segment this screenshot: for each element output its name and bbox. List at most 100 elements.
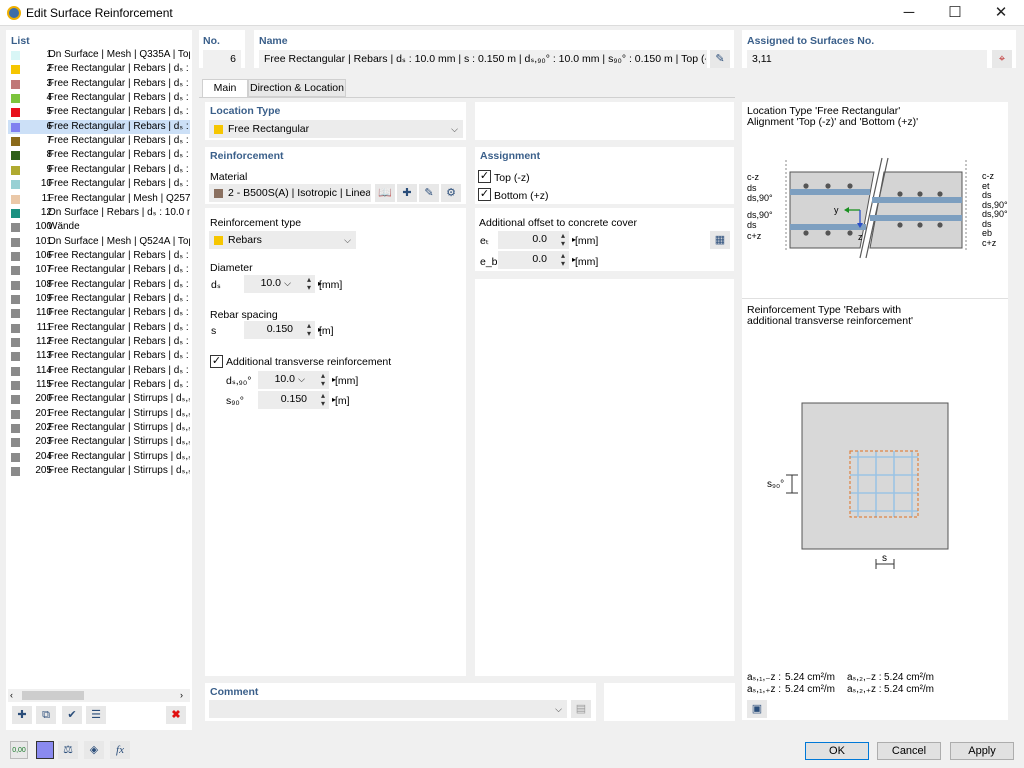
list-item-label: Free Rectangular | Rebars | dₛ : 14.0 (48, 249, 190, 261)
reinforcement-type-select[interactable]: Rebars ⌵ (209, 231, 356, 249)
minimize-button[interactable]: ─ (886, 0, 932, 26)
comment-library-icon[interactable]: ▤ (571, 700, 591, 718)
list-item[interactable]: 4Free Rectangular | Rebars | dₛ : 10.0 (8, 91, 190, 105)
as1-plus-value: 5.24 cm²/m (785, 684, 836, 695)
location-type-select[interactable]: Free Rectangular ⌵ (209, 120, 463, 138)
s90-input[interactable]: 0.150 ▴ ▾ ▸ (258, 391, 336, 409)
chevron-down-icon[interactable]: ⌵ (298, 371, 305, 388)
list-item[interactable]: 203 Free Rectangular | Stirrups | dₛ,ₛₜ : (8, 435, 190, 449)
uncheck-icon[interactable]: ☰ (86, 706, 106, 724)
list-item[interactable]: 111 Free Rectangular | Rebars | dₛ : 8.0 (8, 321, 190, 335)
cancel-button[interactable]: Cancel (877, 742, 941, 760)
list-item[interactable]: 108Free Rectangular | Rebars | dₛ : 14.0 (8, 278, 190, 292)
list-item[interactable]: 205 Free Rectangular | Stirrups | dₛ,ₛₜ : (8, 464, 190, 478)
name-label: Name (259, 35, 288, 47)
decimal-places-icon[interactable]: 0,00 (10, 741, 28, 759)
edit-material-icon[interactable]: ✎ (419, 184, 439, 202)
new-material-icon[interactable]: ✚ (397, 184, 417, 202)
color-swatch (11, 366, 20, 376)
assigned-field[interactable]: 3,11 (747, 50, 987, 68)
list-item[interactable]: 114Free Rectangular | Rebars | dₛ : 14.0 (8, 364, 190, 378)
ds90-value: 10.0 (274, 373, 295, 385)
list-item[interactable]: 7Free Rectangular | Rebars | dₛ : 10.0 (8, 134, 190, 148)
copy-item-icon[interactable]: ⧉ (36, 706, 56, 724)
list-item[interactable]: 107Free Rectangular | Rebars | dₛ : 14.0 (8, 263, 190, 277)
view-icon[interactable]: ◈ (84, 741, 104, 759)
list-item[interactable]: 6Free Rectangular | Rebars | dₛ : 10.0 (8, 119, 190, 135)
list-item[interactable]: 11Free Rectangular | Mesh | Q257A | I (8, 192, 190, 206)
color-swatch (11, 381, 20, 391)
ds90-input[interactable]: 10.0 ⌵ ▴ ▾ ▸ (258, 371, 336, 389)
title-bar: Edit Surface Reinforcement ─ ☐ ✕ (0, 0, 1024, 26)
list-item[interactable]: 110Free Rectangular | Rebars | dₛ : 10.0 (8, 306, 190, 320)
list-item[interactable]: 200 Free Rectangular | Stirrups | dₛ,ₛₜ : (8, 392, 190, 406)
list-item[interactable]: 1On Surface | Mesh | Q335A | Top (-z (8, 48, 190, 62)
color-swatch (11, 208, 20, 218)
list-item[interactable]: 106Free Rectangular | Rebars | dₛ : 14.0 (8, 249, 190, 263)
spin-icon[interactable]: ▴ ▾ (321, 372, 325, 388)
list-item[interactable]: 115Free Rectangular | Rebars | dₛ : 14.0 (8, 378, 190, 392)
location-preview-subtitle: Alignment 'Top (-z)' and 'Bottom (+z)' (747, 116, 919, 128)
et-input[interactable]: 0.0 ▴ ▾ ▸ (498, 231, 576, 249)
no-field[interactable]: 6 (203, 50, 241, 68)
s-input[interactable]: 0.150 ▴ ▾ ▸ (244, 321, 322, 339)
list-item[interactable]: 101On Surface | Mesh | Q524A | Top (-z (8, 235, 190, 249)
ok-button[interactable]: OK (805, 742, 869, 760)
color-swatch (11, 395, 20, 405)
pick-surface-icon[interactable]: ⌖ (992, 50, 1012, 68)
comment-input[interactable]: ⌵ (209, 700, 567, 718)
apply-button[interactable]: Apply (950, 742, 1014, 760)
new-item-icon[interactable]: ✚ (12, 706, 32, 724)
name-field[interactable]: Free Rectangular | Rebars | dₛ : 10.0 mm… (259, 50, 707, 68)
check-all-icon[interactable]: ✔ (62, 706, 82, 724)
concrete-cover-icon[interactable]: ▦ (710, 231, 730, 249)
list-item[interactable]: 9Free Rectangular | Rebars | dₛ : 10.0 (8, 163, 190, 177)
spin-icon[interactable]: ▴ ▾ (307, 276, 311, 292)
list-item[interactable]: 2Free Rectangular | Rebars | dₛ : 10.0 (8, 62, 190, 76)
list-item[interactable]: 10Free Rectangular | Rebars | dₛ : 10.0 (8, 177, 190, 191)
list-item[interactable]: 3Free Rectangular | Rebars | dₛ : 10.0 (8, 77, 190, 91)
list-item[interactable]: 204 Free Rectangular | Stirrups | dₛ,ₛₜ : (8, 450, 190, 464)
spin-icon[interactable]: ▴ ▾ (321, 392, 325, 408)
transverse-checkbox[interactable]: ✓ (210, 355, 223, 368)
delete-icon[interactable]: ✖ (166, 706, 186, 724)
spin-icon[interactable]: ▴ ▾ (307, 322, 311, 338)
as2-minus-label: aₛ,₂,₋z : (847, 672, 882, 683)
list-scrollbar[interactable]: ‹ › (8, 689, 190, 702)
chevron-down-icon[interactable]: ⌵ (284, 275, 291, 292)
list-item[interactable]: 202 Free Rectangular | Stirrups | dₛ,ₛₜ : (8, 421, 190, 435)
list-item[interactable]: 109Free Rectangular | Rebars | dₛ : 14.0 (8, 292, 190, 306)
list-item[interactable]: 201 Free Rectangular | Stirrups | dₛ,ₛₜ : (8, 407, 190, 421)
color-swatch (11, 223, 20, 233)
list-item[interactable]: 5Free Rectangular | Rebars | dₛ : 10.0 (8, 105, 190, 119)
transverse-label: Additional transverse reinforcement (226, 356, 392, 368)
material-settings-icon[interactable]: ⚙ (441, 184, 461, 202)
spin-icon[interactable]: ▴ ▾ (561, 232, 565, 248)
chevron-down-icon: ⌵ (555, 704, 562, 714)
tab-direction-location[interactable]: Direction & Location (248, 79, 346, 97)
list-item[interactable]: 12On Surface | Rebars | dₛ : 10.0 mm | (8, 206, 190, 220)
comment-side-panel (604, 683, 735, 721)
preview-options-icon[interactable]: ▣ (747, 700, 767, 718)
material-select[interactable]: 2 - B500S(A) | Isotropic | Linear... ⌵ (209, 184, 371, 202)
units-icon[interactable]: ⚖ (58, 741, 78, 759)
list-item[interactable]: 113Free Rectangular | Rebars | dₛ : 14.0 (8, 349, 190, 363)
location-type-value: Free Rectangular (228, 123, 310, 135)
material-color-swatch (214, 189, 223, 198)
color-icon[interactable] (36, 741, 54, 759)
s-marker: s (882, 553, 887, 564)
eb-input[interactable]: 0.0 ▴ ▾ ▸ (498, 251, 576, 269)
list-item[interactable]: 8Free Rectangular | Rebars | dₛ : 10.0 (8, 148, 190, 162)
list-item[interactable]: 100 Wände (8, 220, 190, 234)
list-item[interactable]: 112Free Rectangular | Rebars | dₛ : 14.0 (8, 335, 190, 349)
spin-icon[interactable]: ▴ ▾ (561, 252, 565, 268)
tab-main[interactable]: Main (202, 79, 248, 98)
top-checkbox[interactable]: ✓ (478, 170, 491, 183)
material-library-icon[interactable]: 📖 (375, 184, 395, 202)
close-button[interactable]: ✕ (978, 0, 1024, 26)
ds-input[interactable]: 10.0 ⌵ ▴ ▾ ▸ (244, 275, 322, 293)
bottom-checkbox[interactable]: ✓ (478, 188, 491, 201)
formula-icon[interactable]: fx (110, 741, 130, 759)
edit-name-icon[interactable]: ✎ (710, 50, 730, 68)
maximize-button[interactable]: ☐ (932, 0, 978, 26)
